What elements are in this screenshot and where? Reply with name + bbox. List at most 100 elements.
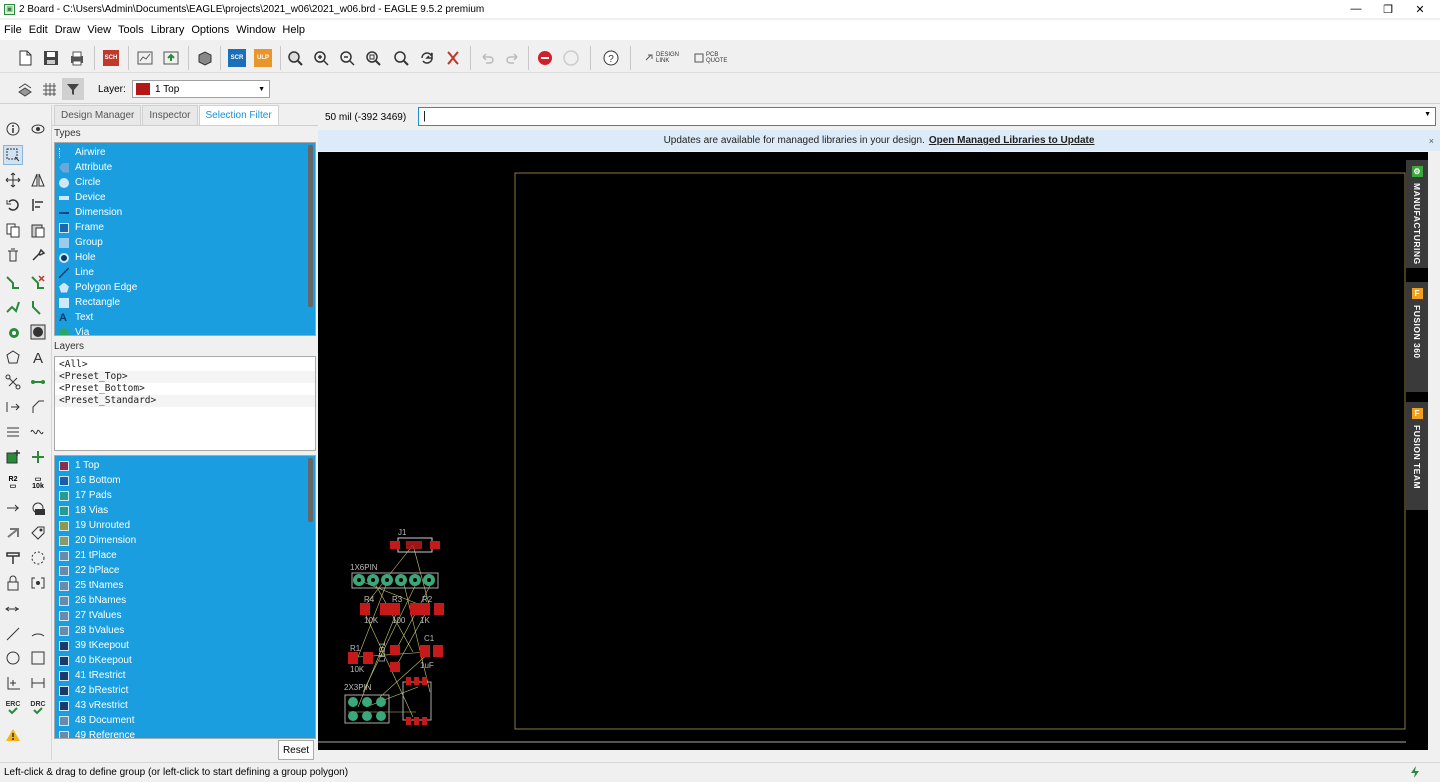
miter-icon[interactable] (28, 397, 48, 417)
layer-presets-list[interactable]: <All> <Preset_Top> <Preset_Bottom> <Pres… (54, 356, 316, 451)
tab-design-manager[interactable]: Design Manager (54, 105, 142, 125)
pinswap-icon[interactable] (3, 523, 23, 543)
type-item-circle[interactable]: Circle (55, 175, 315, 190)
layer-item[interactable]: 22 bPlace (55, 563, 315, 578)
signal-wave-icon[interactable] (28, 422, 48, 442)
autorouter-icon[interactable] (3, 297, 23, 317)
drc-icon[interactable]: DRC (28, 698, 48, 718)
fusion-team-tab[interactable]: F FUSION TEAM (1406, 402, 1428, 510)
menu-file[interactable]: File (4, 24, 22, 36)
slice-icon[interactable] (28, 297, 48, 317)
replace-icon[interactable] (28, 498, 48, 518)
preset-item[interactable]: <Preset_Bottom> (55, 383, 315, 395)
layer-item[interactable]: 48 Document (55, 713, 315, 728)
route-icon[interactable] (3, 272, 23, 292)
menu-edit[interactable]: Edit (29, 24, 48, 36)
type-item-group[interactable]: Group (55, 235, 315, 250)
mark-icon[interactable] (28, 573, 48, 593)
type-item-rectangle[interactable]: Rectangle (55, 295, 315, 310)
type-item-hole[interactable]: Hole (55, 250, 315, 265)
layer-item[interactable]: 28 bValues (55, 623, 315, 638)
layer-item[interactable]: 26 bNames (55, 593, 315, 608)
line-icon[interactable] (3, 624, 23, 644)
close-icon[interactable]: × (1429, 136, 1434, 146)
wire-icon[interactable] (28, 372, 48, 392)
optimize-icon[interactable] (3, 548, 23, 568)
preset-item[interactable]: <Preset_Top> (55, 371, 315, 383)
layers-list[interactable]: 1 Top 16 Bottom 17 Pads 18 Vias 19 Unrouted 2… (54, 455, 316, 739)
manufacturing-tab[interactable]: ⚙ MANUFACTURING (1406, 160, 1428, 268)
rectangle-icon[interactable] (28, 648, 48, 668)
info-icon[interactable] (3, 119, 23, 139)
name-icon[interactable]: R2 ▭ (3, 473, 23, 493)
menu-options[interactable]: Options (191, 24, 229, 36)
minimize-button[interactable]: — (1340, 0, 1372, 18)
type-item-attribute[interactable]: Attribute (55, 160, 315, 175)
dotted-circle-icon[interactable] (28, 548, 48, 568)
save-icon[interactable] (40, 47, 62, 69)
schematic-button[interactable]: SCH (100, 47, 122, 69)
stop-icon[interactable] (534, 47, 556, 69)
layer-item[interactable]: 20 Dimension (55, 533, 315, 548)
ripup-icon[interactable] (28, 272, 48, 292)
zoom-fit-icon[interactable] (284, 47, 306, 69)
go-icon[interactable] (560, 47, 582, 69)
new-file-icon[interactable] (14, 47, 36, 69)
reset-button[interactable]: Reset (278, 740, 314, 760)
type-item-dimension[interactable]: Dimension (55, 205, 315, 220)
change-icon[interactable] (28, 245, 48, 265)
zoom-select-icon[interactable] (362, 47, 384, 69)
design-link-button[interactable]: DESIGN LINK (644, 52, 679, 64)
delete-icon[interactable] (3, 245, 23, 265)
menu-help[interactable]: Help (282, 24, 305, 36)
text-icon[interactable]: A (28, 347, 48, 367)
tab-inspector[interactable]: Inspector (142, 105, 198, 125)
open-managed-libraries-link[interactable]: Open Managed Libraries to Update (929, 135, 1095, 146)
maximize-button[interactable]: ❐ (1372, 0, 1404, 18)
lock-icon[interactable] (3, 573, 23, 593)
redo-icon[interactable] (502, 47, 524, 69)
layer-item[interactable]: 42 bRestrict (55, 683, 315, 698)
ulp-button[interactable]: ULP (252, 47, 274, 69)
menu-tools[interactable]: Tools (118, 24, 144, 36)
layer-item[interactable]: 43 vRestrict (55, 698, 315, 713)
print-icon[interactable] (66, 47, 88, 69)
layer-item[interactable]: 49 Reference (55, 728, 315, 738)
warning-icon[interactable] (3, 725, 23, 745)
layers-scrollbar[interactable] (308, 458, 313, 522)
type-item-frame[interactable]: Frame (55, 220, 315, 235)
type-item-device[interactable]: Device (55, 190, 315, 205)
dimension-icon[interactable] (3, 673, 23, 693)
hole-icon[interactable] (28, 322, 48, 342)
attribute-icon[interactable] (28, 523, 48, 543)
add-icon[interactable] (28, 447, 48, 467)
show-icon[interactable] (28, 119, 48, 139)
layers-settings-icon[interactable] (14, 78, 36, 100)
close-button[interactable]: ✕ (1404, 0, 1436, 18)
zoom-in-icon[interactable] (310, 47, 332, 69)
board-3d-icon[interactable] (194, 47, 216, 69)
split-icon[interactable] (3, 372, 23, 392)
type-item-via[interactable]: Via (55, 325, 315, 335)
export-icon[interactable] (160, 47, 182, 69)
undo-icon[interactable] (476, 47, 498, 69)
zoom-out-icon[interactable] (336, 47, 358, 69)
measure-icon[interactable] (28, 673, 48, 693)
layer-item[interactable]: 1 Top (55, 458, 315, 473)
value-icon[interactable]: ▭ 10k (28, 473, 48, 493)
chevron-down-icon[interactable]: ▼ (1424, 111, 1431, 118)
filter-icon[interactable] (62, 78, 84, 100)
pcb-quote-button[interactable]: PCB QUOTE (694, 52, 727, 64)
redraw-icon[interactable] (416, 47, 438, 69)
type-item-airwire[interactable]: Airwire (55, 145, 315, 160)
types-list[interactable]: Airwire Attribute Circle Device Dimensio… (54, 142, 316, 336)
menu-library[interactable]: Library (151, 24, 185, 36)
move-icon[interactable] (3, 170, 23, 190)
command-input[interactable]: | ▼ (418, 107, 1436, 126)
dimension-arrow-icon[interactable] (3, 599, 23, 619)
paste-icon[interactable] (28, 220, 48, 240)
layer-item[interactable]: 41 tRestrict (55, 668, 315, 683)
layer-item[interactable]: 18 Vias (55, 503, 315, 518)
layer-item[interactable]: 40 bKeepout (55, 653, 315, 668)
copy-icon[interactable] (3, 220, 23, 240)
